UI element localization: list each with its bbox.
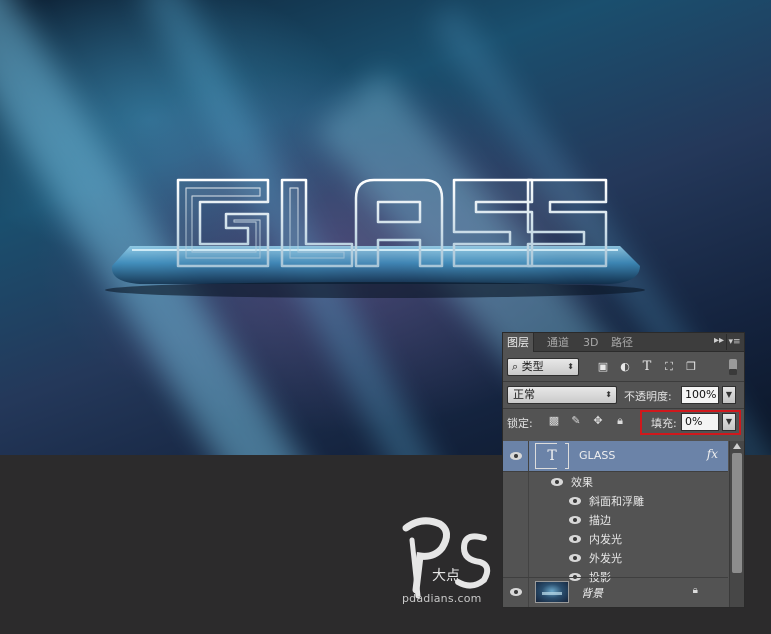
visibility-eye-icon[interactable] bbox=[569, 534, 583, 544]
effects-label[interactable]: 效果 bbox=[571, 474, 593, 490]
blend-mode-value: 正常 bbox=[513, 388, 535, 401]
tab-channels[interactable]: 通道 bbox=[543, 333, 573, 352]
divider bbox=[503, 381, 744, 382]
type-filter-icon[interactable]: T bbox=[639, 358, 655, 376]
filter-kind-label: 类型 bbox=[521, 360, 544, 373]
lock-transparency-icon[interactable]: ▩ bbox=[547, 413, 561, 429]
layer-name[interactable]: 背景 bbox=[581, 585, 603, 601]
tab-layers[interactable]: 图层 bbox=[503, 333, 534, 352]
updown-caret-icon: ⬍ bbox=[605, 390, 612, 399]
adjustment-filter-icon[interactable]: ◐ bbox=[617, 358, 633, 376]
filter-toggle-switch[interactable] bbox=[729, 359, 737, 375]
fill-input[interactable]: 0% bbox=[681, 413, 719, 431]
image-filter-icon[interactable]: ▣ bbox=[595, 358, 611, 376]
lock-icon: 🔒︎ bbox=[692, 585, 698, 596]
effect-stroke[interactable]: 描边 bbox=[589, 512, 611, 528]
opacity-input[interactable]: 100% bbox=[681, 386, 719, 404]
fill-dropdown-button[interactable]: ▼ bbox=[722, 413, 736, 431]
lock-label: 锁定: bbox=[507, 417, 533, 430]
shape-filter-icon[interactable]: ⛶ bbox=[661, 358, 677, 376]
panel-menu-icon[interactable]: ▾≡ bbox=[726, 334, 742, 350]
double-chevron-right-icon[interactable]: ▸▸ bbox=[714, 335, 724, 346]
svg-text:大点: 大点 bbox=[432, 568, 460, 584]
visibility-eye-icon[interactable] bbox=[569, 496, 583, 506]
visibility-eye-icon[interactable] bbox=[510, 451, 524, 461]
panel-tab-bar: 图层 通道 3D 路径 ▸▸ ▾≡ bbox=[503, 333, 744, 352]
lock-pixels-icon[interactable]: ✎ bbox=[569, 413, 583, 429]
blend-mode-select[interactable]: 正常 ⬍ bbox=[507, 386, 617, 404]
layer-list: T GLASS fx 效果 斜面和浮雕 描边 内发光 外发光 投影 背景 🔒︎ bbox=[503, 441, 744, 607]
visibility-eye-icon[interactable] bbox=[551, 477, 565, 487]
tab-paths[interactable]: 路径 bbox=[607, 333, 637, 352]
fx-icon[interactable]: fx bbox=[707, 447, 718, 461]
tab-3d[interactable]: 3D bbox=[579, 333, 602, 352]
opacity-label: 不透明度: bbox=[624, 390, 672, 403]
scroll-up-arrow-icon[interactable] bbox=[733, 443, 741, 449]
layers-panel: 图层 通道 3D 路径 ▸▸ ▾≡ ⌕ 类型 ⬍ ▣ ◐ T ⛶ ❐ 正常 ⬍ … bbox=[502, 332, 745, 608]
opacity-dropdown-button[interactable]: ▼ bbox=[722, 386, 736, 404]
layer-list-scrollbar[interactable] bbox=[729, 441, 744, 607]
updown-caret-icon: ⬍ bbox=[567, 362, 574, 371]
lock-all-icon[interactable]: 🔒︎ bbox=[613, 413, 627, 429]
fill-label: 填充: bbox=[651, 417, 677, 430]
smart-object-filter-icon[interactable]: ❐ bbox=[683, 358, 699, 376]
background-layer-thumbnail bbox=[535, 581, 569, 603]
layer-row-background[interactable]: 背景 🔒︎ bbox=[503, 578, 728, 607]
lock-position-icon[interactable]: ✥ bbox=[591, 413, 605, 429]
watermark-url: pdadians.com bbox=[402, 592, 482, 605]
divider bbox=[503, 408, 744, 409]
effect-outer-glow[interactable]: 外发光 bbox=[589, 550, 622, 566]
filter-kind-select[interactable]: ⌕ 类型 ⬍ bbox=[507, 358, 579, 376]
search-icon: ⌕ bbox=[512, 360, 522, 373]
layer-row-glass[interactable]: T GLASS fx bbox=[503, 441, 728, 471]
scroll-thumb[interactable] bbox=[732, 453, 742, 573]
visibility-eye-icon[interactable] bbox=[510, 587, 524, 597]
visibility-eye-icon[interactable] bbox=[569, 553, 583, 563]
effect-inner-glow[interactable]: 内发光 bbox=[589, 531, 622, 547]
text-layer-thumbnail: T bbox=[535, 443, 569, 469]
visibility-eye-icon[interactable] bbox=[569, 515, 583, 525]
layer-name[interactable]: GLASS bbox=[579, 449, 615, 462]
effect-bevel-emboss[interactable]: 斜面和浮雕 bbox=[589, 493, 644, 509]
